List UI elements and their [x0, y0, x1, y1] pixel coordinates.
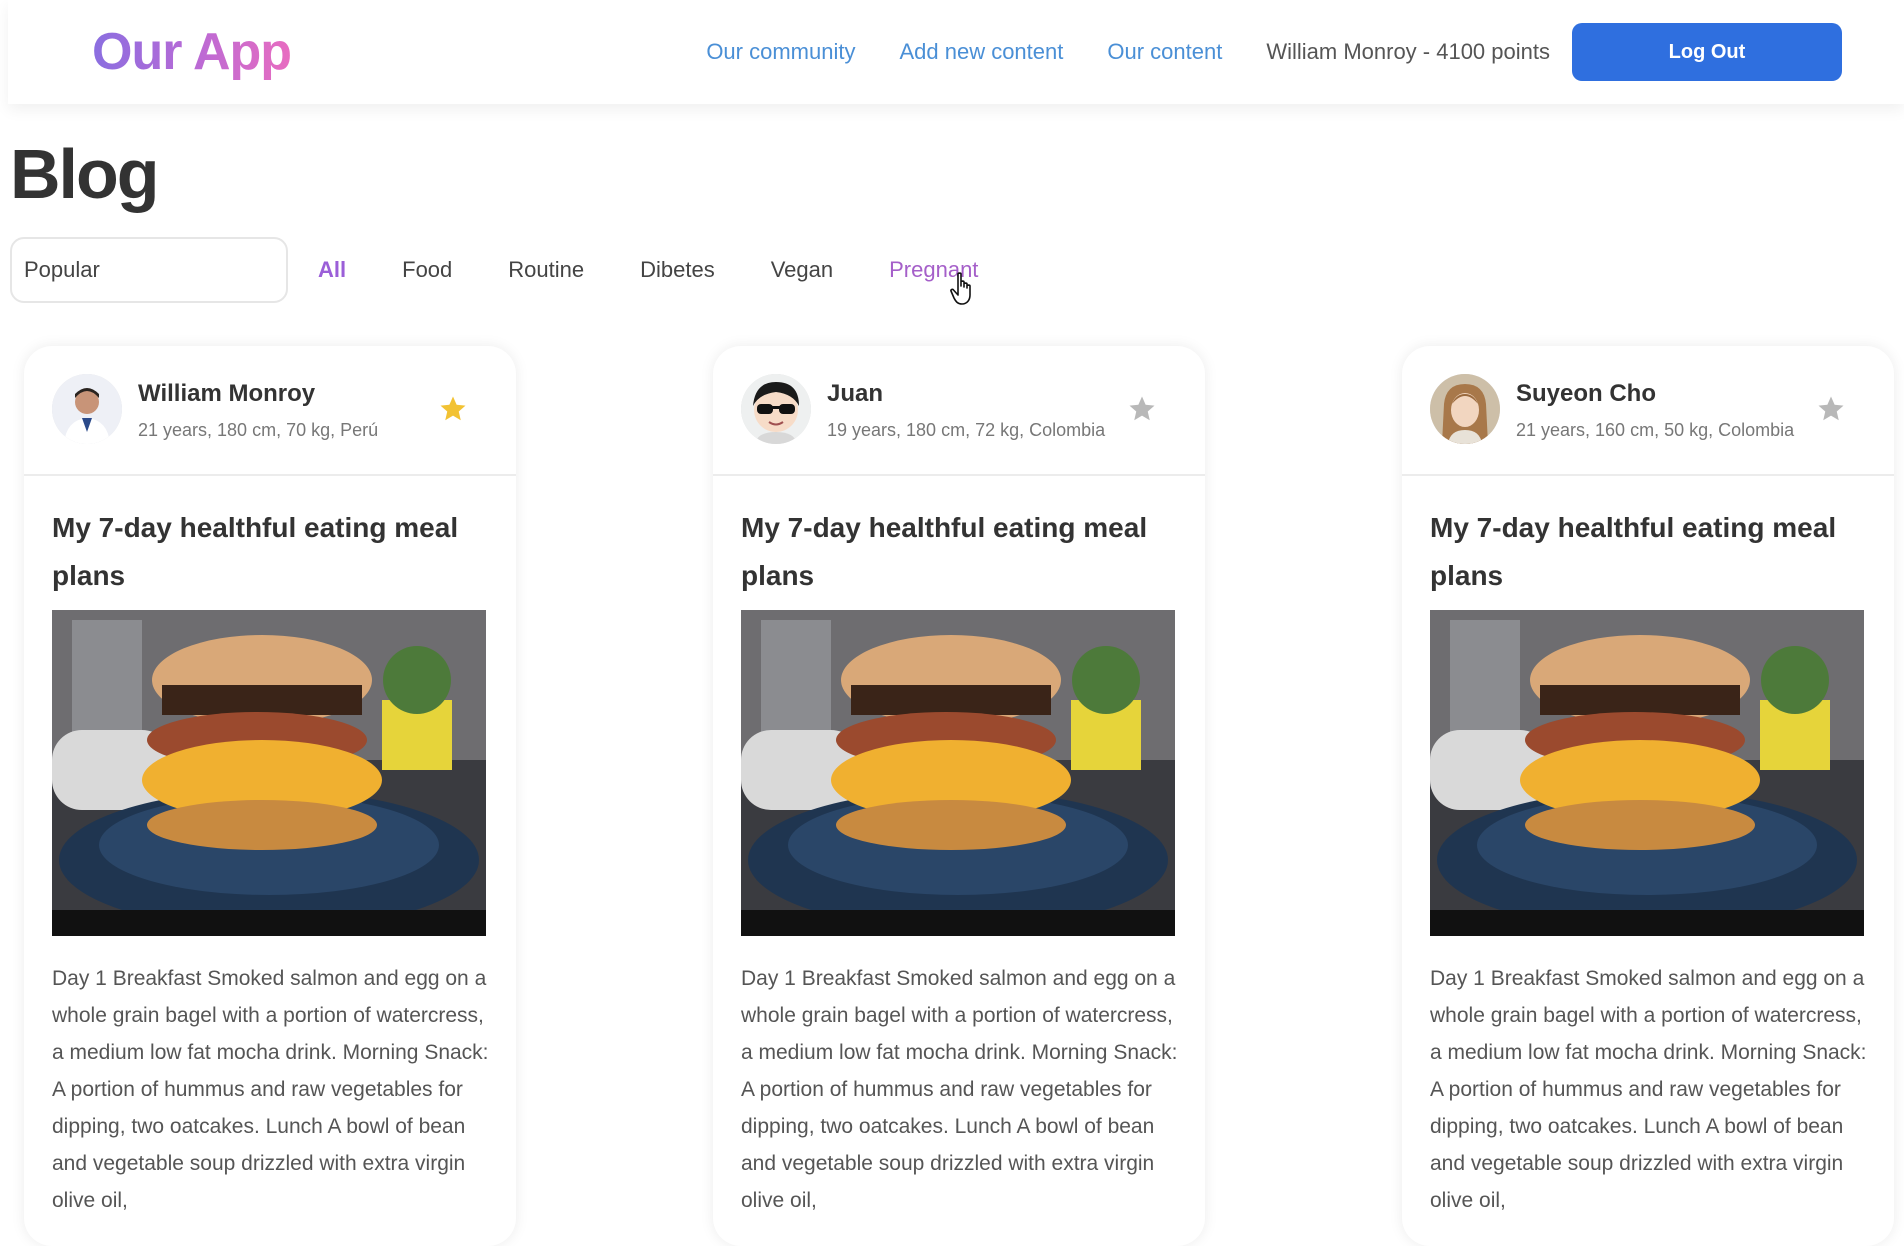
filter-tab-food[interactable]: Food [402, 257, 452, 283]
author-name[interactable]: Suyeon Cho [1516, 380, 1656, 408]
post-title[interactable]: My 7-day healthful eating meal plans [1430, 504, 1870, 600]
filter-tab-routine[interactable]: Routine [508, 257, 584, 283]
author-name[interactable]: William Monroy [138, 380, 315, 408]
author-avatar[interactable] [52, 374, 122, 444]
star-filled-icon[interactable] [438, 394, 468, 424]
post-card-header: William Monroy 21 years, 180 cm, 70 kg, … [24, 346, 516, 476]
post-card-header: Juan 19 years, 180 cm, 72 kg, Colombia [713, 346, 1205, 476]
author-meta: 19 years, 180 cm, 72 kg, Colombia [827, 420, 1106, 440]
nav-add-new-content[interactable]: Add new content [899, 39, 1063, 65]
user-points-label: William Monroy - 4100 points [1266, 39, 1550, 64]
filter-tab-vegan[interactable]: Vegan [771, 257, 833, 283]
app-logo[interactable]: Our App [92, 22, 292, 82]
post-card[interactable]: William Monroy 21 years, 180 cm, 70 kg, … [24, 346, 516, 1246]
star-outline-icon[interactable] [1816, 394, 1846, 424]
post-card[interactable]: Juan 19 years, 180 cm, 72 kg, Colombia M… [713, 346, 1205, 1246]
author-avatar[interactable] [741, 374, 811, 444]
logout-button[interactable]: Log Out [1572, 23, 1842, 81]
post-excerpt: Day 1 Breakfast Smoked salmon and egg on… [52, 967, 489, 1212]
sort-select[interactable]: Popular [10, 237, 288, 303]
post-excerpt: Day 1 Breakfast Smoked salmon and egg on… [1430, 967, 1867, 1212]
filter-tab-dibetes[interactable]: Dibetes [640, 257, 715, 283]
filter-tab-all[interactable]: All [318, 257, 346, 283]
top-navbar: Our App Our community Add new content Ou… [8, 0, 1904, 104]
post-title[interactable]: My 7-day healthful eating meal plans [741, 504, 1181, 600]
author-avatar[interactable] [1430, 374, 1500, 444]
filter-bar: Popular All Food Routine Dibetes Vegan P… [10, 236, 1034, 304]
page-title: Blog [10, 135, 160, 213]
author-meta: 21 years, 180 cm, 70 kg, Perú [138, 420, 379, 440]
hand-cursor-icon [950, 272, 971, 305]
post-card[interactable]: Suyeon Cho 21 years, 160 cm, 50 kg, Colo… [1402, 346, 1894, 1246]
author-meta: 21 years, 160 cm, 50 kg, Colombia [1516, 420, 1795, 440]
posts-grid: William Monroy 21 years, 180 cm, 70 kg, … [0, 346, 1904, 1246]
post-card-header: Suyeon Cho 21 years, 160 cm, 50 kg, Colo… [1402, 346, 1894, 476]
post-image[interactable] [52, 610, 486, 936]
post-image[interactable] [1430, 610, 1864, 936]
star-outline-icon[interactable] [1127, 394, 1157, 424]
nav-our-content[interactable]: Our content [1107, 39, 1222, 65]
post-title[interactable]: My 7-day healthful eating meal plans [52, 504, 492, 600]
nav-links: Our community Add new content Our conten… [706, 0, 1904, 104]
author-name[interactable]: Juan [827, 380, 883, 408]
post-image[interactable] [741, 610, 1175, 936]
nav-our-community[interactable]: Our community [706, 39, 855, 65]
post-excerpt: Day 1 Breakfast Smoked salmon and egg on… [741, 967, 1178, 1212]
